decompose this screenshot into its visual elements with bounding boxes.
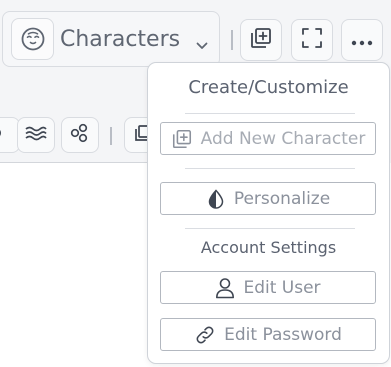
- account-settings-heading: Account Settings: [200, 238, 337, 257]
- menu-separator: [185, 228, 355, 229]
- add-box-icon: [171, 128, 193, 150]
- user-icon: [215, 277, 235, 299]
- create-customize-heading: Create/Customize: [188, 77, 349, 98]
- add-new-character-button[interactable]: Add New Character: [160, 122, 376, 155]
- add-character-toolbar-button[interactable]: [240, 19, 282, 61]
- edit-user-label: Edit User: [243, 277, 321, 298]
- secondary-toolbar: [0, 110, 162, 162]
- menu-separator: [185, 113, 355, 114]
- more-icon: [351, 31, 373, 50]
- nodes-icon: [70, 123, 90, 147]
- add-new-character-label: Add New Character: [200, 128, 366, 149]
- waves-icon: [25, 125, 47, 145]
- edit-password-label: Edit Password: [224, 324, 342, 345]
- add-box-icon: [249, 26, 273, 54]
- face-icon: [11, 18, 54, 60]
- row2-divider: [110, 127, 112, 145]
- personalize-label: Personalize: [233, 188, 331, 209]
- partial-icon: [0, 124, 8, 146]
- edit-password-button[interactable]: Edit Password: [160, 318, 376, 351]
- chevron-down-icon: [196, 35, 208, 54]
- personalize-button[interactable]: Personalize: [160, 182, 376, 215]
- link-icon: [194, 324, 216, 346]
- fullscreen-icon: [301, 27, 323, 53]
- toolbar-divider: [231, 30, 233, 50]
- waves-tool-button[interactable]: [17, 117, 55, 153]
- edit-user-button[interactable]: Edit User: [160, 271, 376, 304]
- menu-separator: [185, 168, 355, 169]
- nodes-tool-button[interactable]: [61, 117, 99, 153]
- characters-label: Characters: [60, 27, 181, 52]
- contrast-icon: [206, 188, 226, 209]
- more-options-button[interactable]: [341, 19, 383, 61]
- characters-button[interactable]: Characters: [2, 11, 220, 67]
- fullscreen-button[interactable]: [291, 19, 333, 61]
- options-dropdown-menu: Create/Customize Add New Character Perso…: [147, 62, 390, 364]
